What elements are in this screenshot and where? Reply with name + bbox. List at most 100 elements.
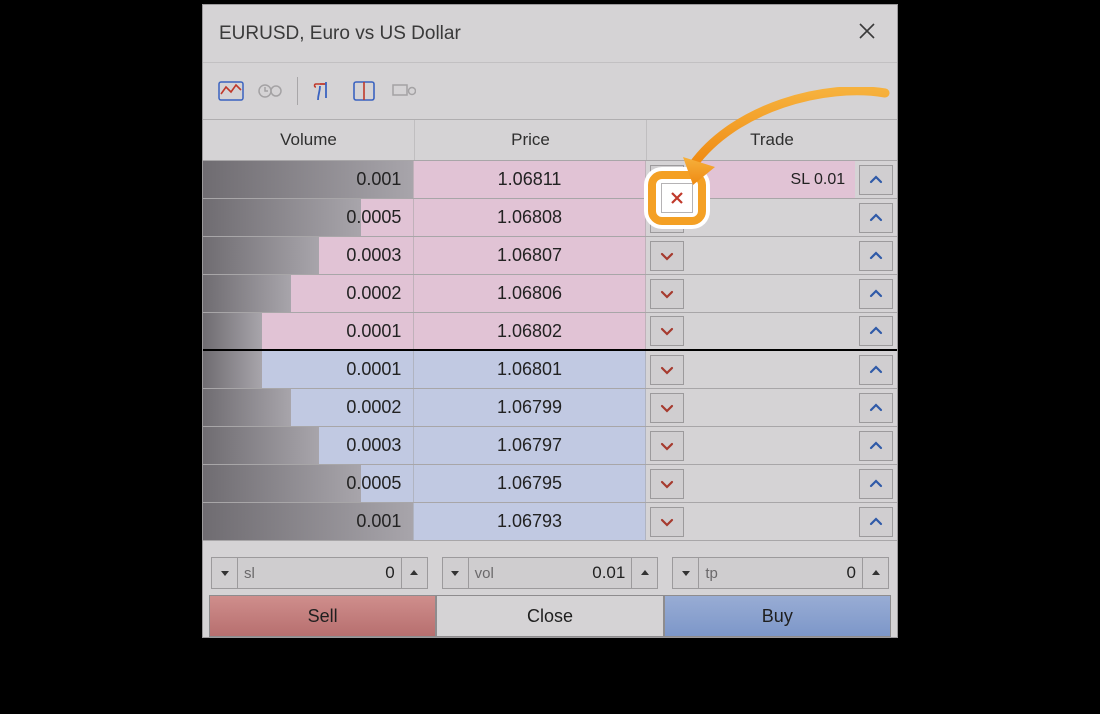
cell-price[interactable]: 1.06793 (414, 503, 645, 540)
cell-volume[interactable]: 0.0005 (203, 199, 414, 236)
row-collapse-button[interactable] (859, 203, 893, 233)
header-price: Price (415, 120, 647, 160)
vol-value[interactable]: 0.01 (500, 563, 631, 583)
toolbar-separator (297, 77, 298, 105)
sl-value[interactable]: 0 (261, 563, 401, 583)
vol-increment[interactable] (631, 558, 657, 588)
cell-trade (688, 237, 856, 274)
depth-bar (203, 237, 319, 274)
cell-price[interactable]: 1.06806 (414, 275, 645, 312)
cell-price[interactable]: 1.06808 (414, 199, 645, 236)
header-volume: Volume (203, 120, 415, 160)
sell-button[interactable]: Sell (209, 595, 436, 637)
row-expand-button[interactable] (650, 165, 684, 195)
cell-volume[interactable]: 0.0003 (203, 427, 414, 464)
cell-action-a (646, 237, 688, 274)
tp-value[interactable]: 0 (724, 563, 862, 583)
cell-price[interactable]: 1.06807 (414, 237, 645, 274)
dom-row: 0.00011.06801 (203, 351, 897, 389)
cell-price[interactable]: 1.06801 (414, 351, 645, 388)
cell-action-b (855, 161, 897, 198)
row-collapse-button[interactable] (859, 507, 893, 537)
x-icon (660, 173, 674, 187)
tp-decrement[interactable] (673, 558, 699, 588)
depth-bar (203, 313, 262, 349)
cell-volume[interactable]: 0.001 (203, 161, 414, 198)
chevron-down-icon (659, 323, 675, 339)
chevron-up-icon (868, 286, 884, 302)
row-expand-button[interactable] (650, 507, 684, 537)
buy-button[interactable]: Buy (664, 595, 891, 637)
row-expand-button[interactable] (650, 431, 684, 461)
triangle-down-icon (220, 568, 230, 578)
row-expand-button[interactable] (650, 355, 684, 385)
row-collapse-button[interactable] (859, 431, 893, 461)
row-expand-button[interactable] (650, 469, 684, 499)
cell-volume[interactable]: 0.0002 (203, 275, 414, 312)
cell-action-b (855, 199, 897, 236)
chevron-up-icon (868, 172, 884, 188)
spread-icon[interactable] (310, 80, 338, 102)
columns-icon[interactable] (350, 80, 378, 102)
chevron-up-icon (868, 323, 884, 339)
row-expand-button[interactable] (650, 316, 684, 346)
cell-action-a (646, 427, 688, 464)
cell-trade (688, 427, 856, 464)
dom-row: 0.0003 1.06797 (203, 427, 897, 465)
cell-volume[interactable]: 0.0001 (203, 351, 414, 388)
sl-increment[interactable] (401, 558, 427, 588)
cell-price[interactable]: 1.06795 (414, 465, 645, 502)
dom-row: 0.00021.06806 (203, 275, 897, 313)
row-expand-button[interactable] (650, 393, 684, 423)
row-collapse-button[interactable] (859, 316, 893, 346)
cell-volume[interactable]: 0.0003 (203, 237, 414, 274)
sl-decrement[interactable] (212, 558, 238, 588)
vol-spinner: vol 0.01 (442, 557, 659, 589)
flag-settings-icon[interactable] (390, 80, 418, 102)
cell-trade (688, 313, 856, 349)
triangle-down-icon (450, 568, 460, 578)
vol-decrement[interactable] (443, 558, 469, 588)
cell-trade (688, 199, 856, 236)
cell-volume[interactable]: 0.001 (203, 503, 414, 540)
dom-row: 0.0001 1.06802 (203, 313, 897, 351)
chevron-down-icon (659, 400, 675, 416)
cell-action-a (646, 313, 688, 349)
cell-price[interactable]: 1.06797 (414, 427, 645, 464)
cell-volume[interactable]: 0.0005 (203, 465, 414, 502)
row-collapse-button[interactable] (859, 393, 893, 423)
dom-row: 0.001 1.06793 (203, 503, 897, 541)
row-expand-button[interactable] (650, 279, 684, 309)
row-expand-button[interactable] (650, 241, 684, 271)
row-collapse-button[interactable] (859, 279, 893, 309)
cell-price[interactable]: 1.06811 (414, 161, 645, 198)
depth-bar (203, 427, 319, 464)
volume-value: 0.0001 (346, 321, 401, 342)
close-button[interactable] (853, 17, 881, 50)
volume-value: 0.0003 (346, 435, 401, 456)
cell-volume[interactable]: 0.0002 (203, 389, 414, 426)
spinner-row: sl 0 vol 0.01 tp 0 (209, 557, 891, 595)
chevron-up-icon (868, 438, 884, 454)
row-collapse-button[interactable] (859, 469, 893, 499)
close-icon (857, 21, 877, 41)
row-collapse-button[interactable] (859, 241, 893, 271)
chevron-down-icon (659, 248, 675, 264)
chart-toggle-icon[interactable] (217, 80, 245, 102)
cell-volume[interactable]: 0.0001 (203, 313, 414, 349)
time-mode-icon[interactable] (257, 80, 285, 102)
cell-price[interactable]: 1.06799 (414, 389, 645, 426)
vol-label: vol (469, 565, 500, 582)
row-collapse-button[interactable] (859, 165, 893, 195)
row-collapse-button[interactable] (859, 355, 893, 385)
tp-increment[interactable] (862, 558, 888, 588)
cell-price[interactable]: 1.06802 (414, 313, 645, 349)
depth-bar (203, 389, 291, 426)
footer: sl 0 vol 0.01 tp 0 Sell Close Buy (203, 541, 897, 637)
row-expand-button[interactable] (650, 203, 684, 233)
chevron-up-icon (868, 210, 884, 226)
cell-action-a (646, 389, 688, 426)
chevron-down-icon (659, 210, 675, 226)
volume-value: 0.001 (356, 511, 401, 532)
close-position-button[interactable]: Close (436, 595, 663, 637)
